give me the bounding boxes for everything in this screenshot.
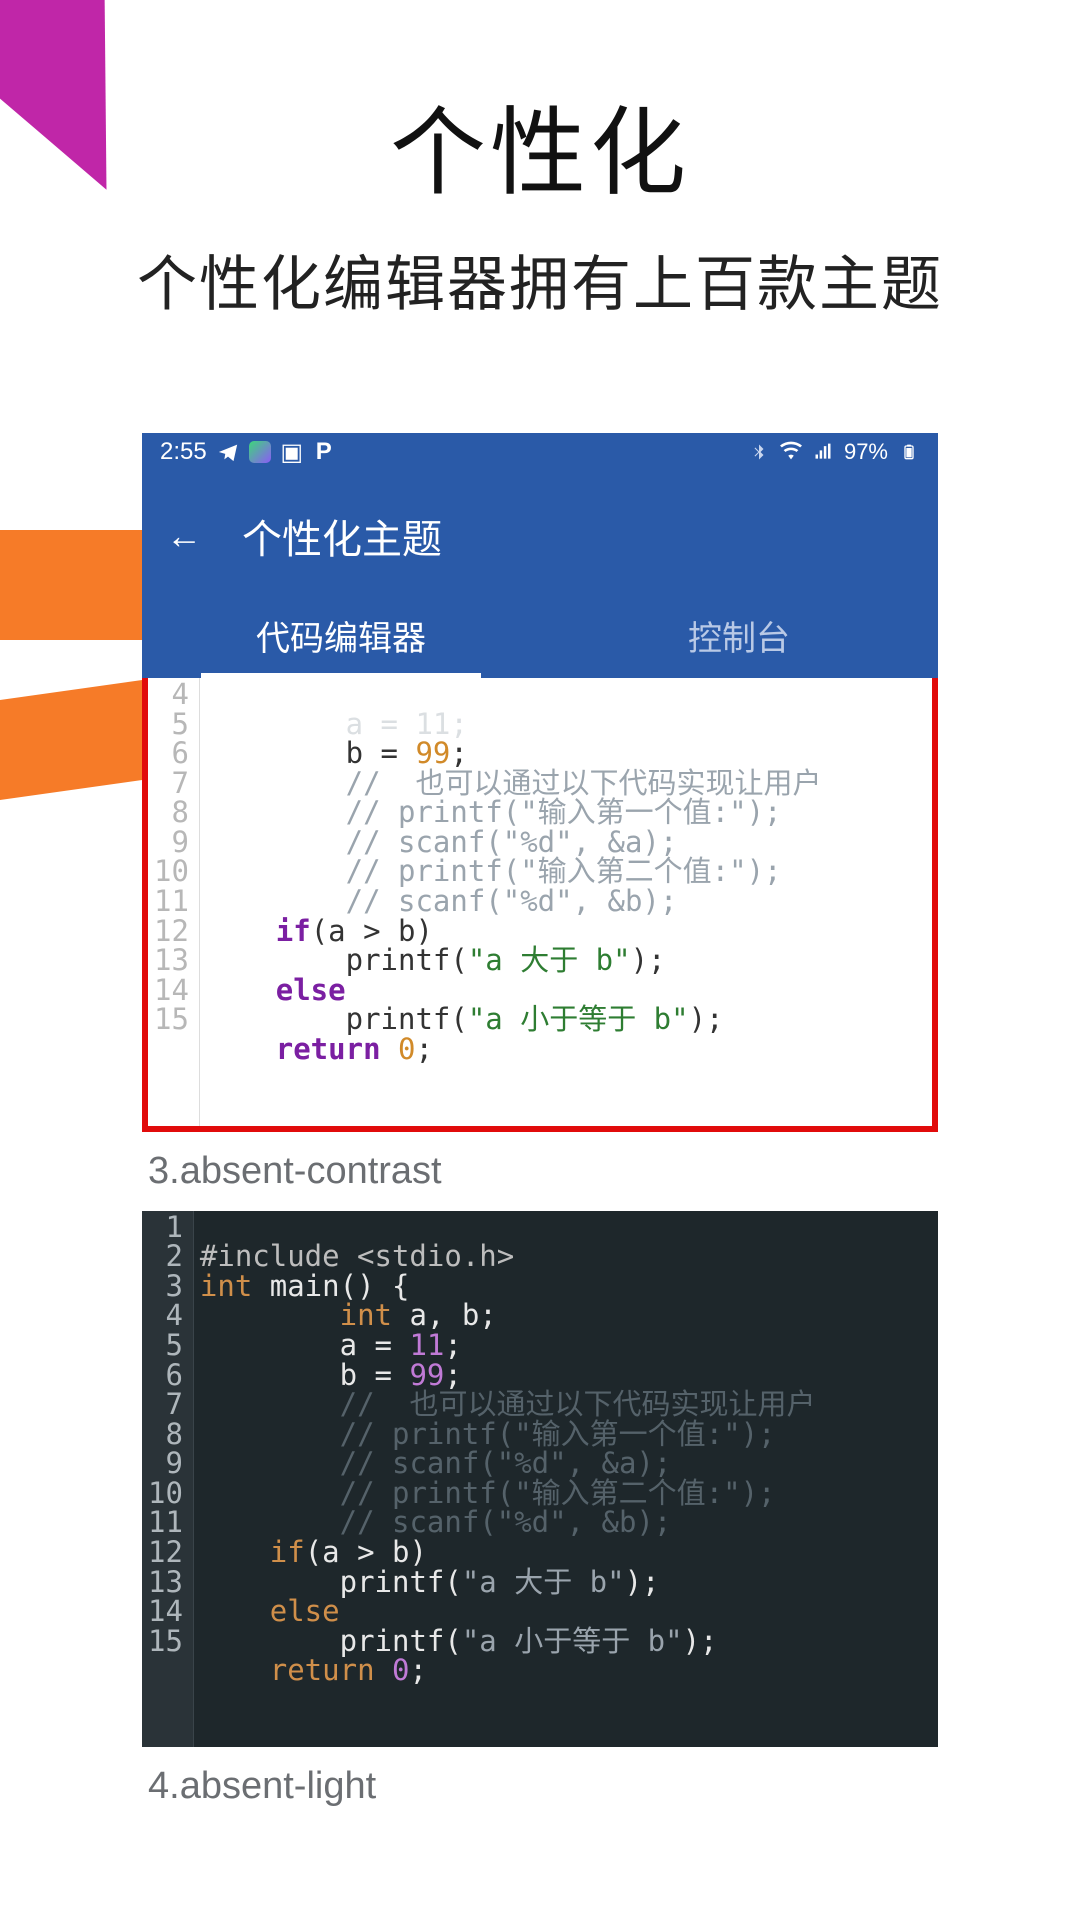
p-icon: P (313, 441, 335, 463)
telegram-icon (217, 441, 239, 463)
phone-screenshot: 2:55 ▣ P 97% ← 个性化主题 (142, 433, 938, 1826)
tab-console[interactable]: 控制台 (540, 595, 938, 678)
appbar-title: 个性化主题 (242, 507, 442, 565)
camera-icon (249, 441, 271, 463)
theme-preview-dark[interactable]: 123456789101112131415 #include <stdio.h>… (142, 1211, 938, 1747)
signal-icon (812, 441, 834, 463)
tabs: 代码编辑器 控制台 (142, 595, 938, 678)
appbar: ← 个性化主题 代码编辑器 控制台 (142, 471, 938, 678)
hero: 个性化 个性化编辑器拥有上百款主题 (0, 0, 1080, 323)
battery-icon (898, 441, 920, 463)
theme-label-4: 4.absent-light (142, 1747, 938, 1826)
gutter: 123456789101112131415 (142, 1211, 194, 1747)
decor-bar-1 (0, 530, 160, 640)
battery-pct: 97% (844, 439, 888, 465)
back-icon[interactable]: ← (166, 515, 202, 557)
code: a = 11; b = 99; // 也可以通过以下代码实现让用户 // pri… (200, 678, 932, 1126)
statusbar: 2:55 ▣ P 97% (142, 433, 938, 471)
status-time: 2:55 (160, 438, 207, 466)
decor-bar-2 (0, 678, 160, 800)
theme-preview-light[interactable]: 456789101112131415 a = 11; b = 99; // 也可… (142, 678, 938, 1132)
tab-editor[interactable]: 代码编辑器 (142, 595, 540, 678)
theme-label-3: 3.absent-contrast (142, 1132, 938, 1211)
code: #include <stdio.h>int main() { int a, b;… (194, 1211, 938, 1747)
notif-icon: ▣ (281, 441, 303, 463)
hero-title: 个性化 (0, 75, 1080, 214)
hero-subtitle: 个性化编辑器拥有上百款主题 (0, 236, 1080, 323)
gutter: 456789101112131415 (148, 678, 200, 1126)
wifi-icon (780, 441, 802, 463)
bluetooth-icon (748, 441, 770, 463)
